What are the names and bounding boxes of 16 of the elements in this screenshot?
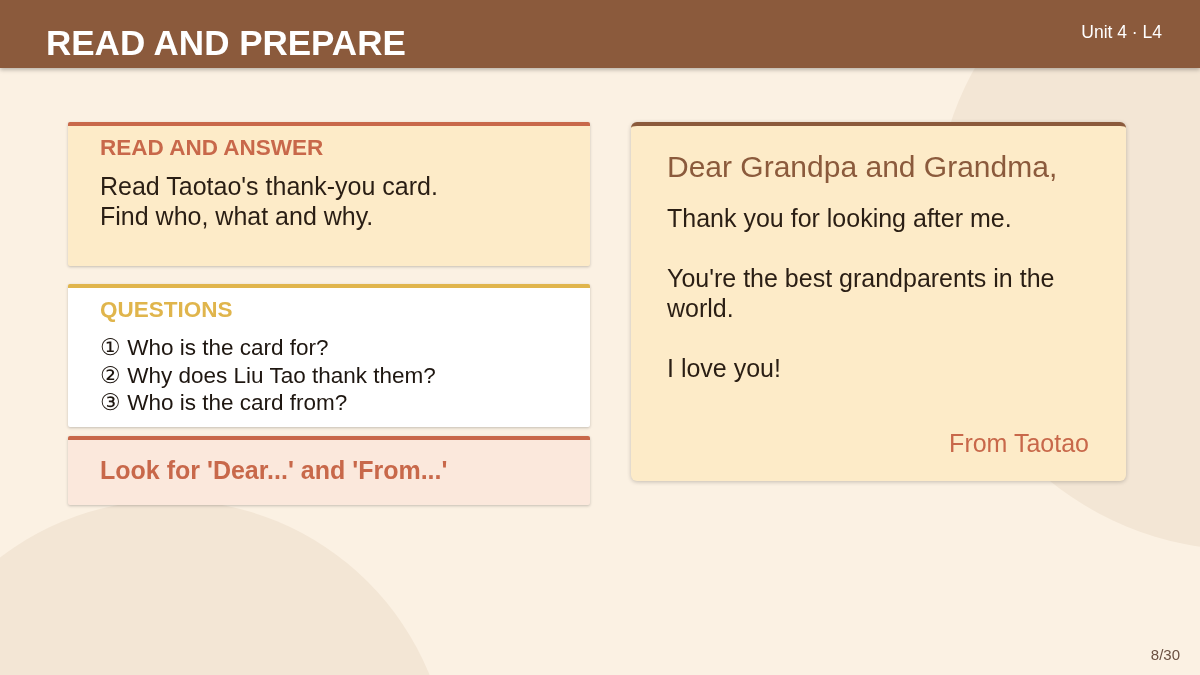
page-number: 8/30 — [1150, 644, 1180, 665]
tip-text: Look for 'Dear...' and 'From...' — [100, 455, 448, 485]
card-signature: From Taotao — [949, 428, 1089, 458]
card-message: Thank you for looking after me. — [667, 203, 1013, 233]
instruction-text: Read Taotao's thank-you card. — [100, 171, 438, 201]
unit-label: Unit 4 · L4 — [1081, 21, 1162, 42]
slide-title: READ AND PREPARE — [46, 22, 406, 63]
question-item: ③ Who is the card from? — [100, 389, 348, 417]
card-heading: QUESTIONS — [100, 297, 233, 323]
card-greeting: Dear Grandpa and Grandma, — [667, 149, 1059, 185]
question-item: ② Why does Liu Tao thank them? — [100, 361, 436, 389]
card-heading: READ AND ANSWER — [100, 135, 324, 161]
question-item: ① Who is the card for? — [100, 334, 329, 362]
card-message: I love you! — [667, 353, 782, 383]
instruction-text: Find who, what and why. — [100, 201, 374, 231]
card-message: You're the best grandparents in the world. — [667, 263, 1056, 323]
